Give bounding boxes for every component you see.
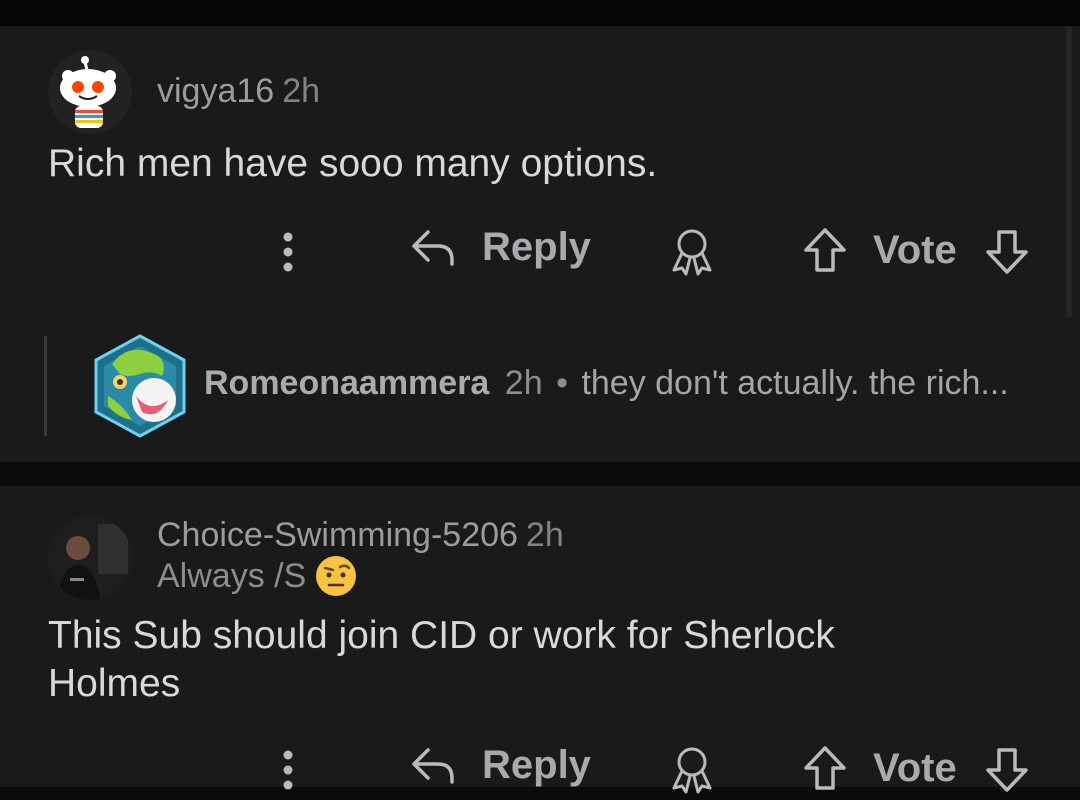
flair-text: Always /S bbox=[157, 556, 307, 595]
downvote-icon bbox=[986, 230, 1028, 274]
snoo-avatar-icon bbox=[48, 50, 132, 134]
downvote-button[interactable] bbox=[982, 226, 1032, 278]
reply-username[interactable]: Romeonaammera bbox=[204, 364, 489, 402]
comment-body: This Sub should join CID or work for She… bbox=[48, 612, 835, 708]
vote-count: Vote bbox=[873, 228, 957, 272]
reply-arrow-icon bbox=[412, 748, 454, 784]
comment-body-line: This Sub should join CID or work for She… bbox=[48, 614, 835, 657]
top-strip bbox=[0, 0, 1080, 26]
username[interactable]: vigya16 bbox=[157, 72, 274, 110]
more-options-icon bbox=[283, 232, 293, 272]
reply-timestamp: 2h bbox=[504, 364, 543, 402]
collapsed-reply[interactable]: Romeonaammera 2h • they don't actually. … bbox=[44, 334, 1044, 438]
dragon-avatar-icon bbox=[94, 334, 186, 438]
award-icon bbox=[672, 229, 712, 276]
upvote-icon bbox=[804, 746, 846, 790]
reply-avatar[interactable] bbox=[92, 334, 188, 438]
comment-body: Rich men have sooo many options. bbox=[48, 142, 658, 185]
thread-separator bbox=[0, 462, 1080, 486]
timestamp: 2h bbox=[282, 72, 321, 110]
reply-label: Reply bbox=[482, 742, 591, 787]
thread-line[interactable] bbox=[44, 336, 47, 436]
vote-count: Vote bbox=[873, 746, 957, 790]
comment-actions: Reply Vote bbox=[0, 222, 1080, 282]
avatar[interactable] bbox=[48, 516, 132, 600]
upvote-button[interactable] bbox=[800, 224, 850, 276]
user-flair: Always /S bbox=[157, 556, 357, 596]
raised-eyebrow-emoji-icon bbox=[316, 556, 357, 596]
more-options-icon bbox=[283, 750, 293, 790]
more-options-button[interactable] bbox=[276, 748, 300, 792]
reply-label: Reply bbox=[482, 224, 591, 269]
upvote-icon bbox=[804, 228, 846, 272]
award-button[interactable] bbox=[664, 224, 720, 280]
separator-dot: • bbox=[556, 364, 568, 402]
reply-arrow-icon bbox=[412, 230, 454, 266]
comment-actions: Reply Vote bbox=[0, 740, 1080, 800]
downvote-button[interactable] bbox=[982, 744, 1032, 796]
downvote-icon bbox=[986, 748, 1028, 792]
username[interactable]: Choice-Swimming-5206 bbox=[157, 516, 518, 554]
avatar[interactable] bbox=[48, 50, 132, 134]
comment-body-line: Holmes bbox=[48, 662, 181, 705]
timestamp: 2h bbox=[525, 516, 564, 554]
award-icon bbox=[672, 747, 712, 794]
more-options-button[interactable] bbox=[276, 230, 300, 274]
reply-button[interactable]: Reply bbox=[408, 740, 591, 790]
reply-button[interactable]: Reply bbox=[408, 222, 591, 272]
collapsed-reply-text[interactable]: Romeonaammera 2h • they don't actually. … bbox=[204, 364, 1009, 403]
profile-photo-icon bbox=[48, 516, 132, 600]
upvote-button[interactable] bbox=[800, 742, 850, 794]
comment-author[interactable]: Choice-Swimming-5206 2h bbox=[157, 516, 564, 555]
reply-snippet: they don't actually. the rich... bbox=[581, 364, 1009, 402]
award-button[interactable] bbox=[664, 742, 720, 798]
comment-author[interactable]: vigya16 2h bbox=[157, 72, 320, 111]
